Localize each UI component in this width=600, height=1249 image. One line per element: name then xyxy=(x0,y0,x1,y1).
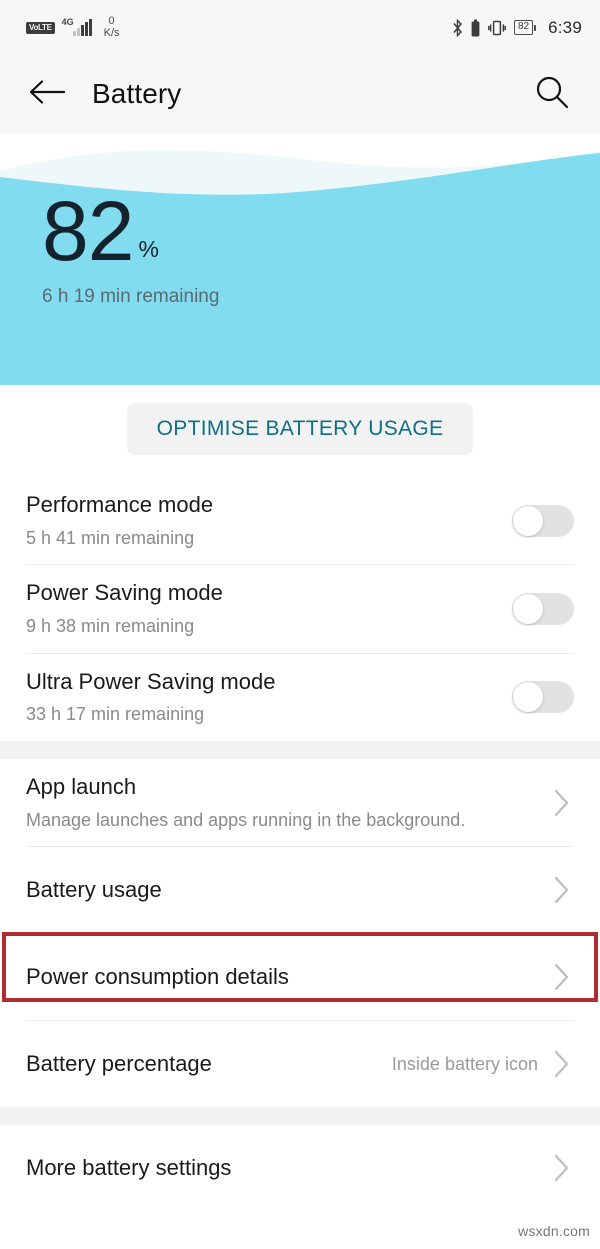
chevron-right-icon xyxy=(548,961,574,993)
page-title: Battery xyxy=(92,78,182,109)
row-performance-mode[interactable]: Performance mode 5 h 41 min remaining xyxy=(0,477,600,565)
row-power-consumption-details[interactable]: Power consumption details xyxy=(0,934,600,1021)
row-battery-percentage[interactable]: Battery percentage Inside battery icon xyxy=(0,1021,600,1108)
arrow-left-icon xyxy=(28,77,66,112)
row-title: Battery percentage xyxy=(26,1051,212,1077)
volte-icon: VoLTE xyxy=(26,21,55,34)
search-icon xyxy=(534,74,570,115)
status-bar-clock: 6:39 xyxy=(548,17,582,37)
battery-solid-icon xyxy=(471,19,480,37)
section-separator xyxy=(0,1107,600,1126)
status-bar: VoLTE 4G 0 K/s 82 6:39 xyxy=(0,0,600,55)
status-bar-right: 82 6:39 xyxy=(452,18,582,38)
network-speed-unit: K/s xyxy=(103,26,120,39)
row-ultra-power-saving-mode[interactable]: Ultra Power Saving mode 33 h 17 min rema… xyxy=(0,653,600,742)
chevron-right-icon xyxy=(548,1152,574,1184)
toggle-knob xyxy=(513,594,543,625)
watermark: wsxdn.com xyxy=(518,1223,590,1239)
row-title: Battery usage xyxy=(26,877,162,903)
battery-percent-symbol: % xyxy=(138,235,159,262)
row-text-block: Battery usage xyxy=(26,862,548,919)
row-value: Inside battery icon xyxy=(391,1053,538,1074)
row-app-launch[interactable]: App launch Manage launches and apps runn… xyxy=(0,759,600,847)
row-more-battery-settings[interactable]: More battery settings xyxy=(0,1125,600,1212)
toggle-knob xyxy=(513,505,543,536)
toggle-ultra-power-saving-mode[interactable] xyxy=(512,681,574,714)
network-speed-indicator: 0 K/s xyxy=(103,14,120,39)
network-speed-value: 0 xyxy=(108,14,115,27)
row-subtitle: 9 h 38 min remaining xyxy=(26,615,195,636)
toggle-knob xyxy=(513,682,543,713)
optimise-button-container: OPTIMISE BATTERY USAGE xyxy=(0,385,600,477)
toggle-performance-mode[interactable] xyxy=(512,504,574,537)
signal-strength-icon: 4G xyxy=(61,17,92,36)
optimise-battery-usage-button[interactable]: OPTIMISE BATTERY USAGE xyxy=(126,403,474,455)
row-text-block: Power consumption details xyxy=(26,949,548,1006)
row-title: Performance mode xyxy=(26,492,214,517)
status-bar-left: VoLTE 4G 0 K/s xyxy=(26,14,120,39)
battery-percent-badge: 82 xyxy=(513,19,534,36)
row-title: More battery settings xyxy=(26,1155,232,1181)
row-subtitle: Manage launches and apps running in the … xyxy=(26,809,466,830)
row-text-block: Battery percentage xyxy=(26,1036,392,1093)
back-button[interactable] xyxy=(26,73,68,115)
more-settings-section: More battery settings xyxy=(0,1125,600,1212)
app-bar: Battery xyxy=(0,55,600,133)
battery-remaining-text: 6 h 19 min remaining xyxy=(42,285,220,307)
bluetooth-icon xyxy=(452,18,463,37)
section-separator xyxy=(0,741,600,760)
row-title: Power consumption details xyxy=(26,964,289,990)
row-text-block: Performance mode 5 h 41 min remaining xyxy=(26,477,512,564)
battery-hero-panel: 82 % 6 h 19 min remaining xyxy=(0,133,600,385)
row-power-saving-mode[interactable]: Power Saving mode 9 h 38 min remaining xyxy=(0,565,600,653)
chevron-right-icon xyxy=(548,1048,574,1080)
battery-percent-row: 82 % xyxy=(42,184,219,278)
chevron-right-icon xyxy=(548,874,574,906)
row-title: Power Saving mode xyxy=(26,580,223,606)
row-text-block: Power Saving mode 9 h 38 min remaining xyxy=(26,565,512,652)
row-title: App launch xyxy=(26,774,137,800)
vibrate-icon xyxy=(488,19,506,37)
battery-percent-value: 82 xyxy=(42,184,134,278)
chevron-right-icon xyxy=(548,787,574,819)
network-type-label: 4G xyxy=(61,17,74,27)
row-text-block: More battery settings xyxy=(26,1140,548,1197)
battery-level-block: 82 % 6 h 19 min remaining xyxy=(42,184,220,308)
toggle-power-saving-mode[interactable] xyxy=(512,593,574,626)
row-text-block: Ultra Power Saving mode 33 h 17 min rema… xyxy=(26,654,512,741)
row-battery-usage[interactable]: Battery usage xyxy=(0,847,600,934)
row-subtitle: 33 h 17 min remaining xyxy=(26,704,205,725)
battery-modes-section: Performance mode 5 h 41 min remaining Po… xyxy=(0,477,600,742)
row-title: Ultra Power Saving mode xyxy=(26,668,276,694)
search-button[interactable] xyxy=(530,72,574,116)
battery-links-section: App launch Manage launches and apps runn… xyxy=(0,759,600,1108)
row-subtitle: 5 h 41 min remaining xyxy=(26,527,195,548)
row-text-block: App launch Manage launches and apps runn… xyxy=(26,759,548,846)
